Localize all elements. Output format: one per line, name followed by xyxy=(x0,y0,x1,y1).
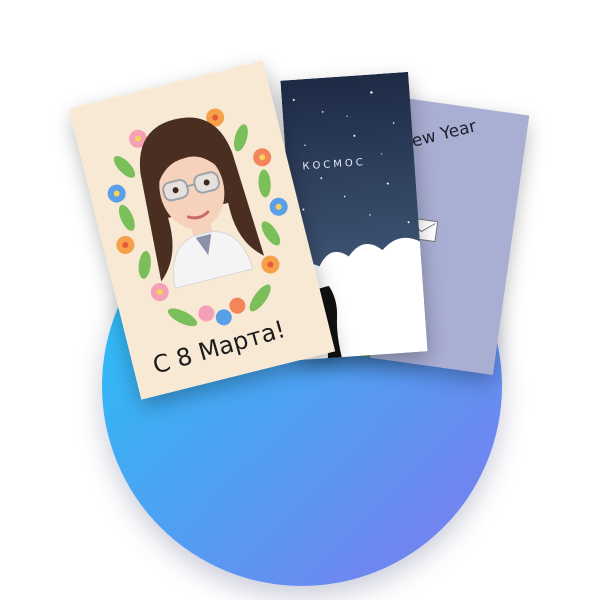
illustration: New Year КОСМОС С 8 Марта! xyxy=(0,0,600,600)
